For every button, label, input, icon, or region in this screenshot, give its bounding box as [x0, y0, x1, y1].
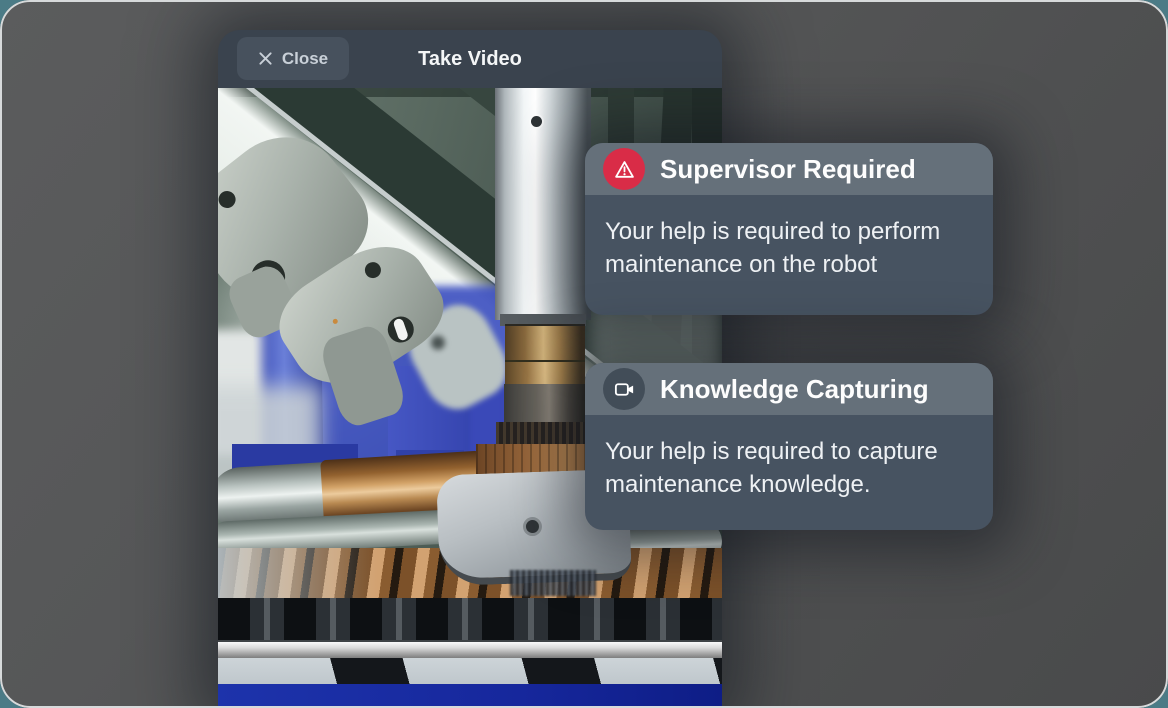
photo-checker-strip: [218, 658, 722, 684]
notification-title: Supervisor Required: [660, 154, 916, 185]
notification-title: Knowledge Capturing: [660, 374, 929, 405]
photo-gripper-hole: [383, 312, 419, 348]
photo-conveyor-rollers: [218, 598, 722, 642]
notification-supervisor-required[interactable]: Supervisor Required Your help is require…: [585, 143, 993, 315]
photo-tube-row-highlight: [218, 548, 378, 602]
photo-housing-screw: [526, 520, 539, 533]
video-camera-icon: [613, 378, 636, 401]
photo-gripper-hole: [428, 333, 447, 352]
x-mark-icon: [258, 51, 273, 66]
app-window: Take Video Close: [0, 0, 1168, 708]
warning-icon: [603, 148, 645, 190]
photo-spindle-screw: [531, 116, 542, 127]
warning-triangle-icon: [613, 158, 636, 181]
photo-gripper-hole: [218, 188, 239, 212]
notification-message: Your help is required to capture mainten…: [585, 415, 987, 501]
video-camera-icon-circle: [603, 368, 645, 410]
notification-message: Your help is required to perform mainten…: [585, 195, 987, 281]
photo-rust-speck: [332, 318, 339, 325]
notification-stack: Supervisor Required Your help is require…: [585, 143, 993, 530]
photo-spindle-cutter: [496, 422, 588, 446]
notification-header: Knowledge Capturing: [585, 363, 993, 415]
take-video-header: Take Video Close: [218, 30, 722, 88]
photo-spindle-column: [495, 88, 591, 320]
close-button[interactable]: Close: [237, 37, 349, 80]
photo-spindle-collar: [504, 384, 586, 424]
close-button-label: Close: [282, 49, 328, 69]
photo-spindle-brass-ring: [505, 324, 585, 360]
photo-gripper-hole: [362, 259, 384, 281]
notification-knowledge-capturing[interactable]: Knowledge Capturing Your help is require…: [585, 363, 993, 530]
notification-header: Supervisor Required: [585, 143, 993, 195]
photo-blue-base-band: [218, 684, 722, 708]
photo-brush-debris: [510, 570, 596, 596]
screen: Take Video Close: [0, 0, 1168, 708]
